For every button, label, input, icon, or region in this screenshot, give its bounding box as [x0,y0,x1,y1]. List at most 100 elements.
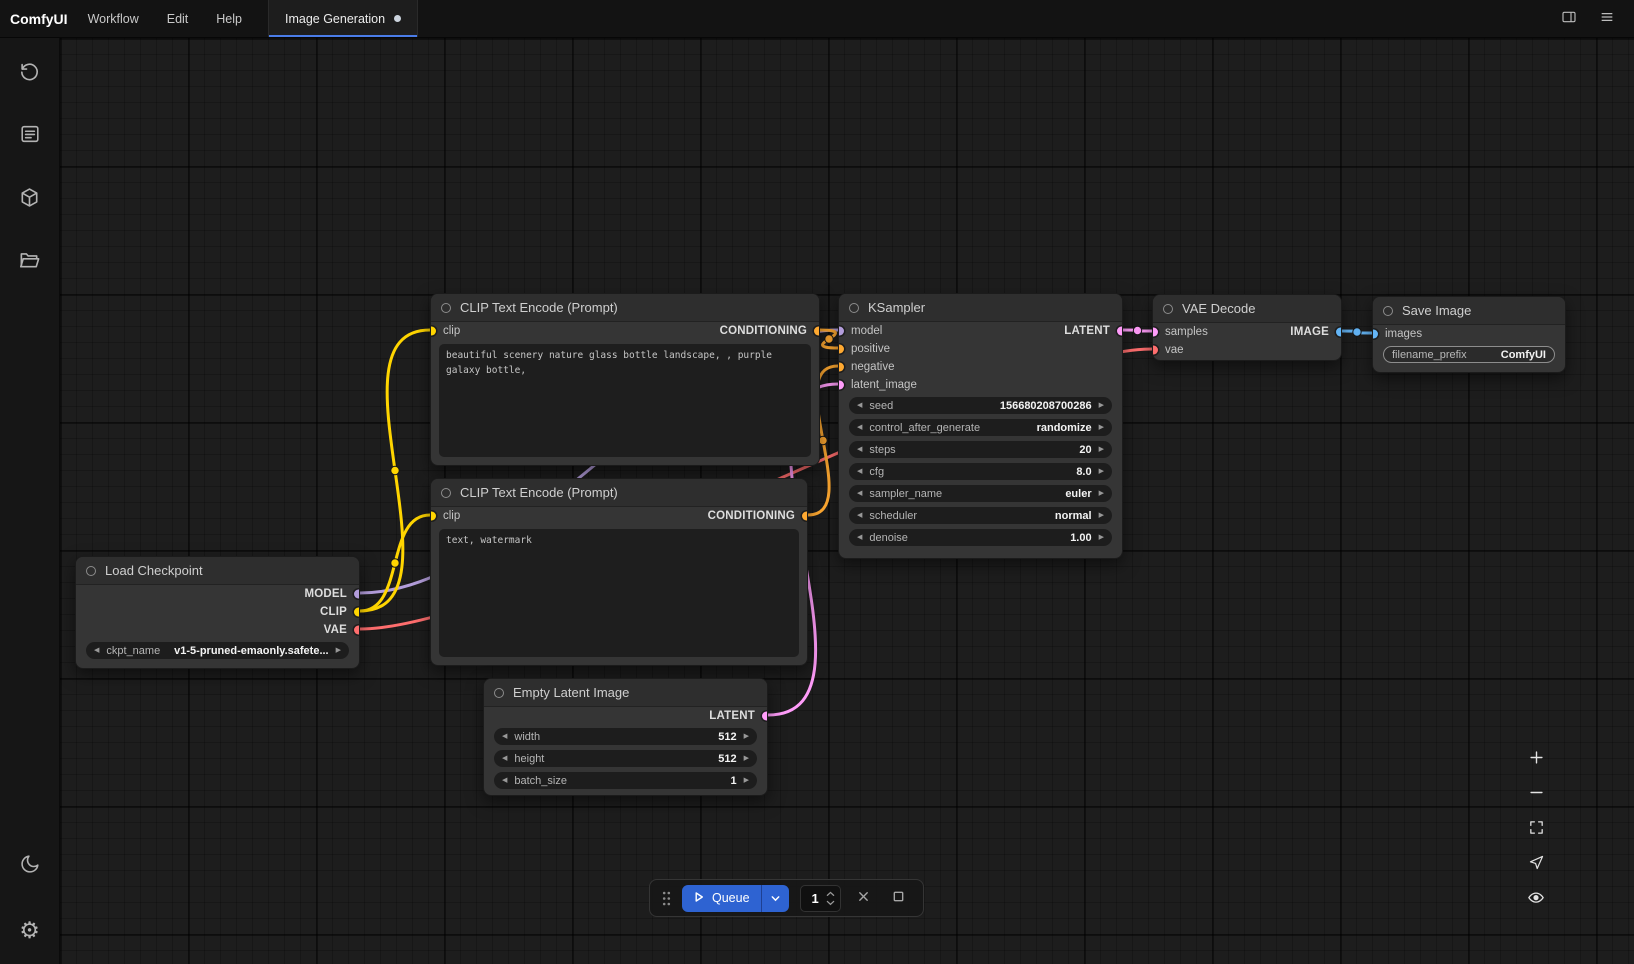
node-vae_decode[interactable]: VAE DecodesamplesIMAGEvae [1152,294,1342,361]
widget-filename_prefix[interactable]: filename_prefixComfyUI [1383,346,1555,363]
input-port-images[interactable] [1372,330,1378,339]
node-title-bar[interactable]: CLIP Text Encode (Prompt) [431,479,807,507]
link-midpoint-dot[interactable] [825,335,833,343]
link-midpoint-dot[interactable] [391,559,399,567]
decrement-arrow-icon[interactable]: ◀ [94,647,99,654]
menu-edit[interactable]: Edit [167,12,189,26]
batch-count-stepper[interactable] [826,891,835,906]
zoom-in-button[interactable] [1521,745,1551,773]
increment-arrow-icon[interactable]: ▶ [1099,534,1104,541]
collapse-dot[interactable] [849,303,859,313]
input-port-model[interactable] [838,327,844,336]
queue-button[interactable]: Queue [682,885,789,912]
collapse-dot[interactable] [86,566,96,576]
zoom-out-button[interactable] [1521,780,1551,808]
collapse-dot[interactable] [1163,304,1173,314]
theme-toggle-button[interactable] [10,847,50,887]
main-menu-button[interactable] [1592,6,1622,32]
queue-bar-drag-handle[interactable] [662,890,671,907]
node-title-bar[interactable]: Load Checkpoint [76,557,359,585]
stop-button[interactable] [887,886,911,910]
fit-view-button[interactable] [1521,815,1551,843]
queue-options-chevron[interactable] [762,885,789,912]
decrement-arrow-icon[interactable]: ◀ [857,534,862,541]
node-clip_positive[interactable]: CLIP Text Encode (Prompt)clipCONDITIONIN… [430,293,820,466]
link-midpoint-dot[interactable] [819,436,827,444]
output-port-LATENT[interactable] [762,712,768,721]
menu-help[interactable]: Help [216,12,242,26]
collapse-dot[interactable] [441,488,451,498]
increment-arrow-icon[interactable]: ▶ [336,647,341,654]
widget-height[interactable]: ◀height512▶ [494,750,757,767]
decrement-arrow-icon[interactable]: ◀ [857,490,862,497]
node-save_image[interactable]: Save Imageimagesfilename_prefixComfyUI [1372,296,1566,373]
decrement-arrow-icon[interactable]: ◀ [857,402,862,409]
decrement-arrow-icon[interactable]: ◀ [857,468,862,475]
prompt-textarea[interactable]: beautiful scenery nature glass bottle la… [439,344,811,457]
link-midpoint-dot[interactable] [1133,326,1141,334]
increment-arrow-icon[interactable]: ▶ [1099,512,1104,519]
decrement-arrow-icon[interactable]: ◀ [502,777,507,784]
node-load_checkpoint[interactable]: Load CheckpointMODELCLIPVAE◀ckpt_namev1-… [75,556,360,669]
node-empty_latent[interactable]: Empty Latent ImageLATENT◀width512▶◀heigh… [483,678,768,796]
node-title-bar[interactable]: VAE Decode [1153,295,1341,323]
widget-steps[interactable]: ◀steps20▶ [849,441,1112,458]
sidebar-item-model-library[interactable] [10,180,50,220]
input-port-clip[interactable] [430,327,436,336]
menu-workflow[interactable]: Workflow [88,12,139,26]
output-port-CONDITIONING[interactable] [814,327,820,336]
input-port-latent_image[interactable] [838,381,844,390]
decrement-arrow-icon[interactable]: ◀ [857,424,862,431]
increment-arrow-icon[interactable]: ▶ [1099,402,1104,409]
clear-queue-button[interactable] [852,886,876,910]
increment-arrow-icon[interactable]: ▶ [744,755,749,762]
widget-cfg[interactable]: ◀cfg8.0▶ [849,463,1112,480]
link-midpoint-dot[interactable] [391,466,399,474]
panel-toggle-button[interactable] [1554,6,1584,32]
widget-sampler_name[interactable]: ◀sampler_nameeuler▶ [849,485,1112,502]
input-port-samples[interactable] [1152,328,1158,337]
input-port-clip[interactable] [430,512,436,521]
widget-width[interactable]: ◀width512▶ [494,728,757,745]
sidebar-item-node-library[interactable] [10,117,50,157]
sidebar-item-workflows[interactable] [10,243,50,283]
decrement-arrow-icon[interactable]: ◀ [857,446,862,453]
increment-arrow-icon[interactable]: ▶ [1099,468,1104,475]
increment-arrow-icon[interactable]: ▶ [1099,424,1104,431]
collapse-dot[interactable] [441,303,451,313]
increment-arrow-icon[interactable]: ▶ [1099,446,1104,453]
input-port-vae[interactable] [1152,346,1158,355]
widget-seed[interactable]: ◀seed156680208700286▶ [849,397,1112,414]
node-canvas[interactable]: Queue 1 [60,38,1634,964]
settings-button[interactable]: ⚙ [10,910,50,950]
prompt-textarea[interactable]: text, watermark [439,529,799,657]
output-port-IMAGE[interactable] [1336,328,1342,337]
toggle-link-visibility-button[interactable] [1521,885,1551,913]
input-port-negative[interactable] [838,363,844,372]
increment-arrow-icon[interactable]: ▶ [744,777,749,784]
pan-mode-button[interactable] [1521,850,1551,878]
widget-denoise[interactable]: ◀denoise1.00▶ [849,529,1112,546]
decrement-arrow-icon[interactable]: ◀ [857,512,862,519]
node-title-bar[interactable]: Empty Latent Image [484,679,767,707]
output-port-CONDITIONING[interactable] [802,512,808,521]
output-port-MODEL[interactable] [354,590,360,599]
widget-ckpt_name[interactable]: ◀ckpt_namev1-5-pruned-emaonly.safete...▶ [86,642,349,659]
decrement-arrow-icon[interactable]: ◀ [502,733,507,740]
link-midpoint-dot[interactable] [1353,328,1361,336]
node-title-bar[interactable]: CLIP Text Encode (Prompt) [431,294,819,322]
increment-arrow-icon[interactable]: ▶ [1099,490,1104,497]
widget-scheduler[interactable]: ◀schedulernormal▶ [849,507,1112,524]
node-title-bar[interactable]: Save Image [1373,297,1565,325]
widget-batch_size[interactable]: ◀batch_size1▶ [494,772,757,789]
node-ksampler[interactable]: KSamplermodelLATENTpositivenegativelaten… [838,293,1123,559]
tab-image-generation[interactable]: Image Generation [268,0,418,37]
node-clip_negative[interactable]: CLIP Text Encode (Prompt)clipCONDITIONIN… [430,478,808,666]
node-title-bar[interactable]: KSampler [839,294,1122,322]
output-port-CLIP[interactable] [354,608,360,617]
decrement-arrow-icon[interactable]: ◀ [502,755,507,762]
increment-arrow-icon[interactable]: ▶ [744,733,749,740]
collapse-dot[interactable] [1383,306,1393,316]
output-port-VAE[interactable] [354,626,360,635]
collapse-dot[interactable] [494,688,504,698]
